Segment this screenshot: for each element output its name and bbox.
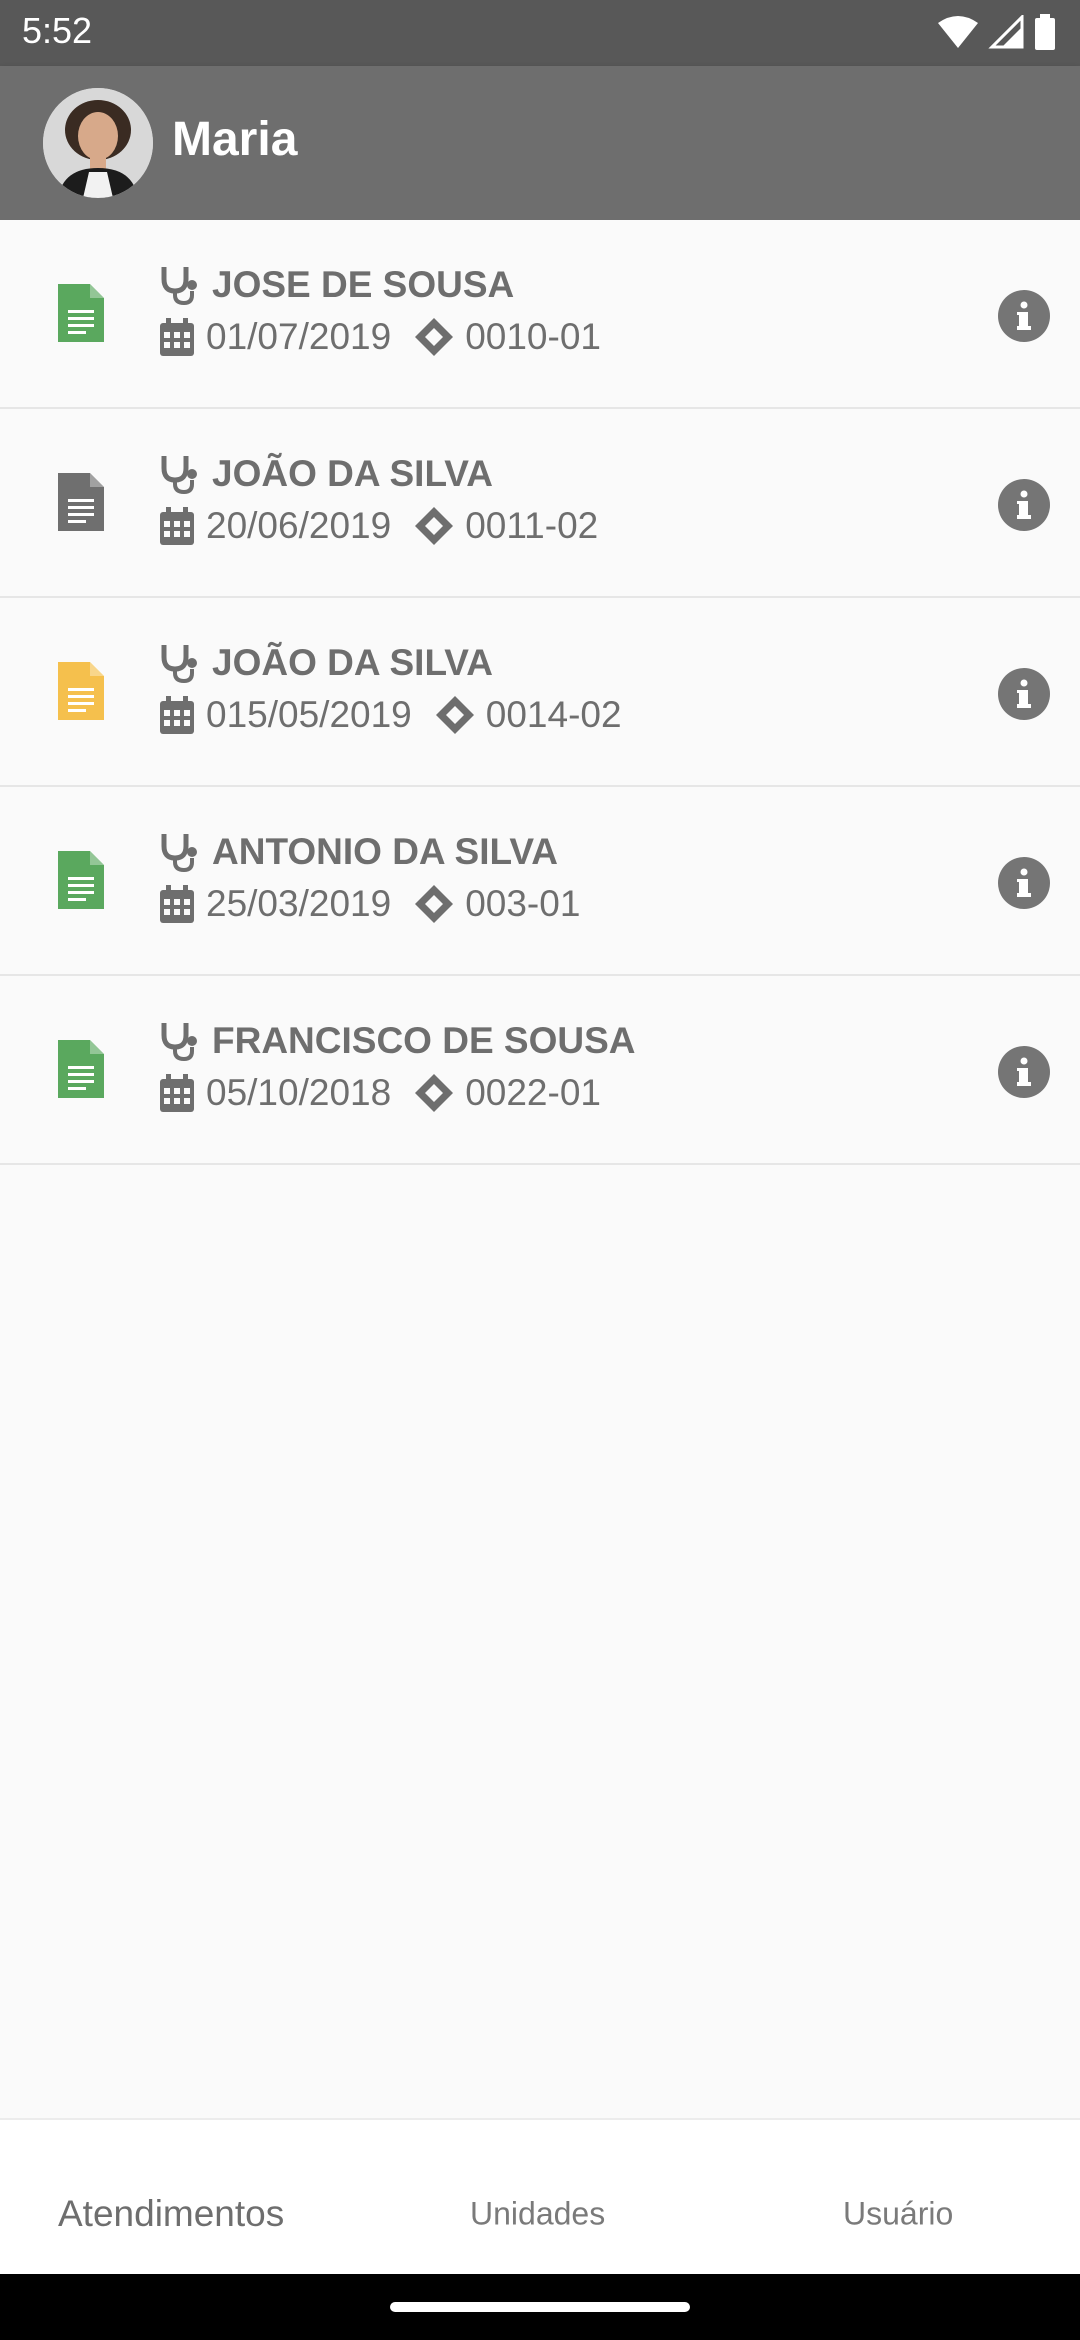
patient-row: JOÃO DA SILVA bbox=[160, 642, 493, 684]
tab-usuario[interactable]: Usuário bbox=[843, 2196, 953, 2233]
appointment-code: 0022-01 bbox=[465, 1072, 601, 1113]
document-icon bbox=[58, 1040, 104, 1098]
document-icon bbox=[58, 473, 104, 531]
gesture-bar bbox=[0, 2274, 1080, 2340]
info-icon bbox=[1017, 868, 1031, 897]
patient-name: FRANCISCO DE SOUSA bbox=[212, 1020, 636, 1061]
appointment-date: 05/10/2018 bbox=[206, 1072, 392, 1113]
status-bar: 5:52 bbox=[0, 0, 1080, 66]
status-icons bbox=[938, 14, 1056, 50]
ticket-icon bbox=[415, 885, 454, 923]
details-row: 25/03/2019 003-01 bbox=[160, 883, 580, 925]
details-row: 05/10/2018 0022-01 bbox=[160, 1072, 601, 1114]
ticket-icon bbox=[415, 507, 454, 545]
patient-row: JOÃO DA SILVA bbox=[160, 453, 493, 495]
info-button[interactable] bbox=[998, 1046, 1050, 1098]
stethoscope-icon bbox=[161, 645, 197, 683]
patient-row: ANTONIO DA SILVA bbox=[160, 831, 558, 873]
tab-atendimentos[interactable]: Atendimentos bbox=[58, 2193, 284, 2235]
info-button[interactable] bbox=[998, 668, 1050, 720]
patient-row: JOSE DE SOUSA bbox=[160, 264, 514, 306]
ticket-icon bbox=[415, 1074, 454, 1112]
tab-unidades[interactable]: Unidades bbox=[470, 2196, 605, 2233]
calendar-icon bbox=[160, 1074, 194, 1112]
patient-name: ANTONIO DA SILVA bbox=[212, 831, 559, 872]
appointment-code: 0014-02 bbox=[485, 694, 622, 735]
appointment-item[interactable]: JOÃO DA SILVA 20/06/2019 0011-02 bbox=[0, 409, 1080, 598]
avatar[interactable] bbox=[43, 88, 153, 198]
details-row: 20/06/2019 0011-02 bbox=[160, 505, 598, 547]
stethoscope-icon bbox=[161, 267, 197, 305]
user-name: Maria bbox=[172, 113, 298, 166]
info-icon bbox=[1017, 301, 1031, 330]
calendar-icon bbox=[160, 696, 194, 734]
appointment-list: JOSE DE SOUSA 01/07/2019 0010-01 JOÃO DA… bbox=[0, 220, 1080, 1165]
patient-row: FRANCISCO DE SOUSA bbox=[160, 1020, 635, 1062]
info-icon bbox=[1017, 1057, 1031, 1086]
appointment-date: 01/07/2019 bbox=[206, 316, 392, 357]
status-time: 5:52 bbox=[22, 10, 93, 51]
signal-icon bbox=[988, 15, 1024, 49]
details-row: 01/07/2019 0010-01 bbox=[160, 316, 601, 358]
document-icon bbox=[58, 851, 104, 909]
info-button[interactable] bbox=[998, 290, 1050, 342]
document-icon bbox=[58, 662, 104, 720]
appointment-item[interactable]: JOSE DE SOUSA 01/07/2019 0010-01 bbox=[0, 220, 1080, 409]
stethoscope-icon bbox=[161, 1023, 197, 1061]
info-button[interactable] bbox=[998, 479, 1050, 531]
appointment-item[interactable]: JOÃO DA SILVA 015/05/2019 0014-02 bbox=[0, 598, 1080, 787]
patient-name: JOÃO DA SILVA bbox=[212, 642, 493, 683]
patient-name: JOSE DE SOUSA bbox=[212, 264, 515, 305]
calendar-icon bbox=[160, 318, 194, 356]
appointment-code: 0011-02 bbox=[465, 505, 599, 546]
appointment-code: 0010-01 bbox=[465, 316, 601, 357]
patient-name: JOÃO DA SILVA bbox=[212, 453, 493, 494]
appointment-date: 25/03/2019 bbox=[206, 883, 392, 924]
wifi-icon bbox=[938, 16, 978, 48]
appointment-code: 003-01 bbox=[465, 883, 581, 924]
calendar-icon bbox=[160, 507, 194, 545]
battery-icon bbox=[1035, 14, 1055, 50]
stethoscope-icon bbox=[161, 834, 197, 872]
appointment-item[interactable]: ANTONIO DA SILVA 25/03/2019 003-01 bbox=[0, 787, 1080, 976]
appointment-item[interactable]: FRANCISCO DE SOUSA 05/10/2018 0022-01 bbox=[0, 976, 1080, 1165]
stethoscope-icon bbox=[161, 456, 197, 494]
bottom-navigation: Atendimentos Unidades Usuário bbox=[0, 2118, 1080, 2276]
details-row: 015/05/2019 0014-02 bbox=[160, 694, 622, 736]
calendar-icon bbox=[160, 885, 194, 923]
home-indicator[interactable] bbox=[390, 2302, 690, 2312]
info-icon bbox=[1017, 679, 1031, 708]
appointment-date: 20/06/2019 bbox=[206, 505, 392, 546]
avatar-image bbox=[43, 88, 153, 198]
ticket-icon bbox=[435, 696, 474, 734]
info-button[interactable] bbox=[998, 857, 1050, 909]
ticket-icon bbox=[415, 318, 454, 356]
app-header: Maria bbox=[0, 66, 1080, 220]
document-icon bbox=[58, 284, 104, 342]
info-icon bbox=[1017, 490, 1031, 519]
appointment-date: 015/05/2019 bbox=[206, 694, 412, 735]
